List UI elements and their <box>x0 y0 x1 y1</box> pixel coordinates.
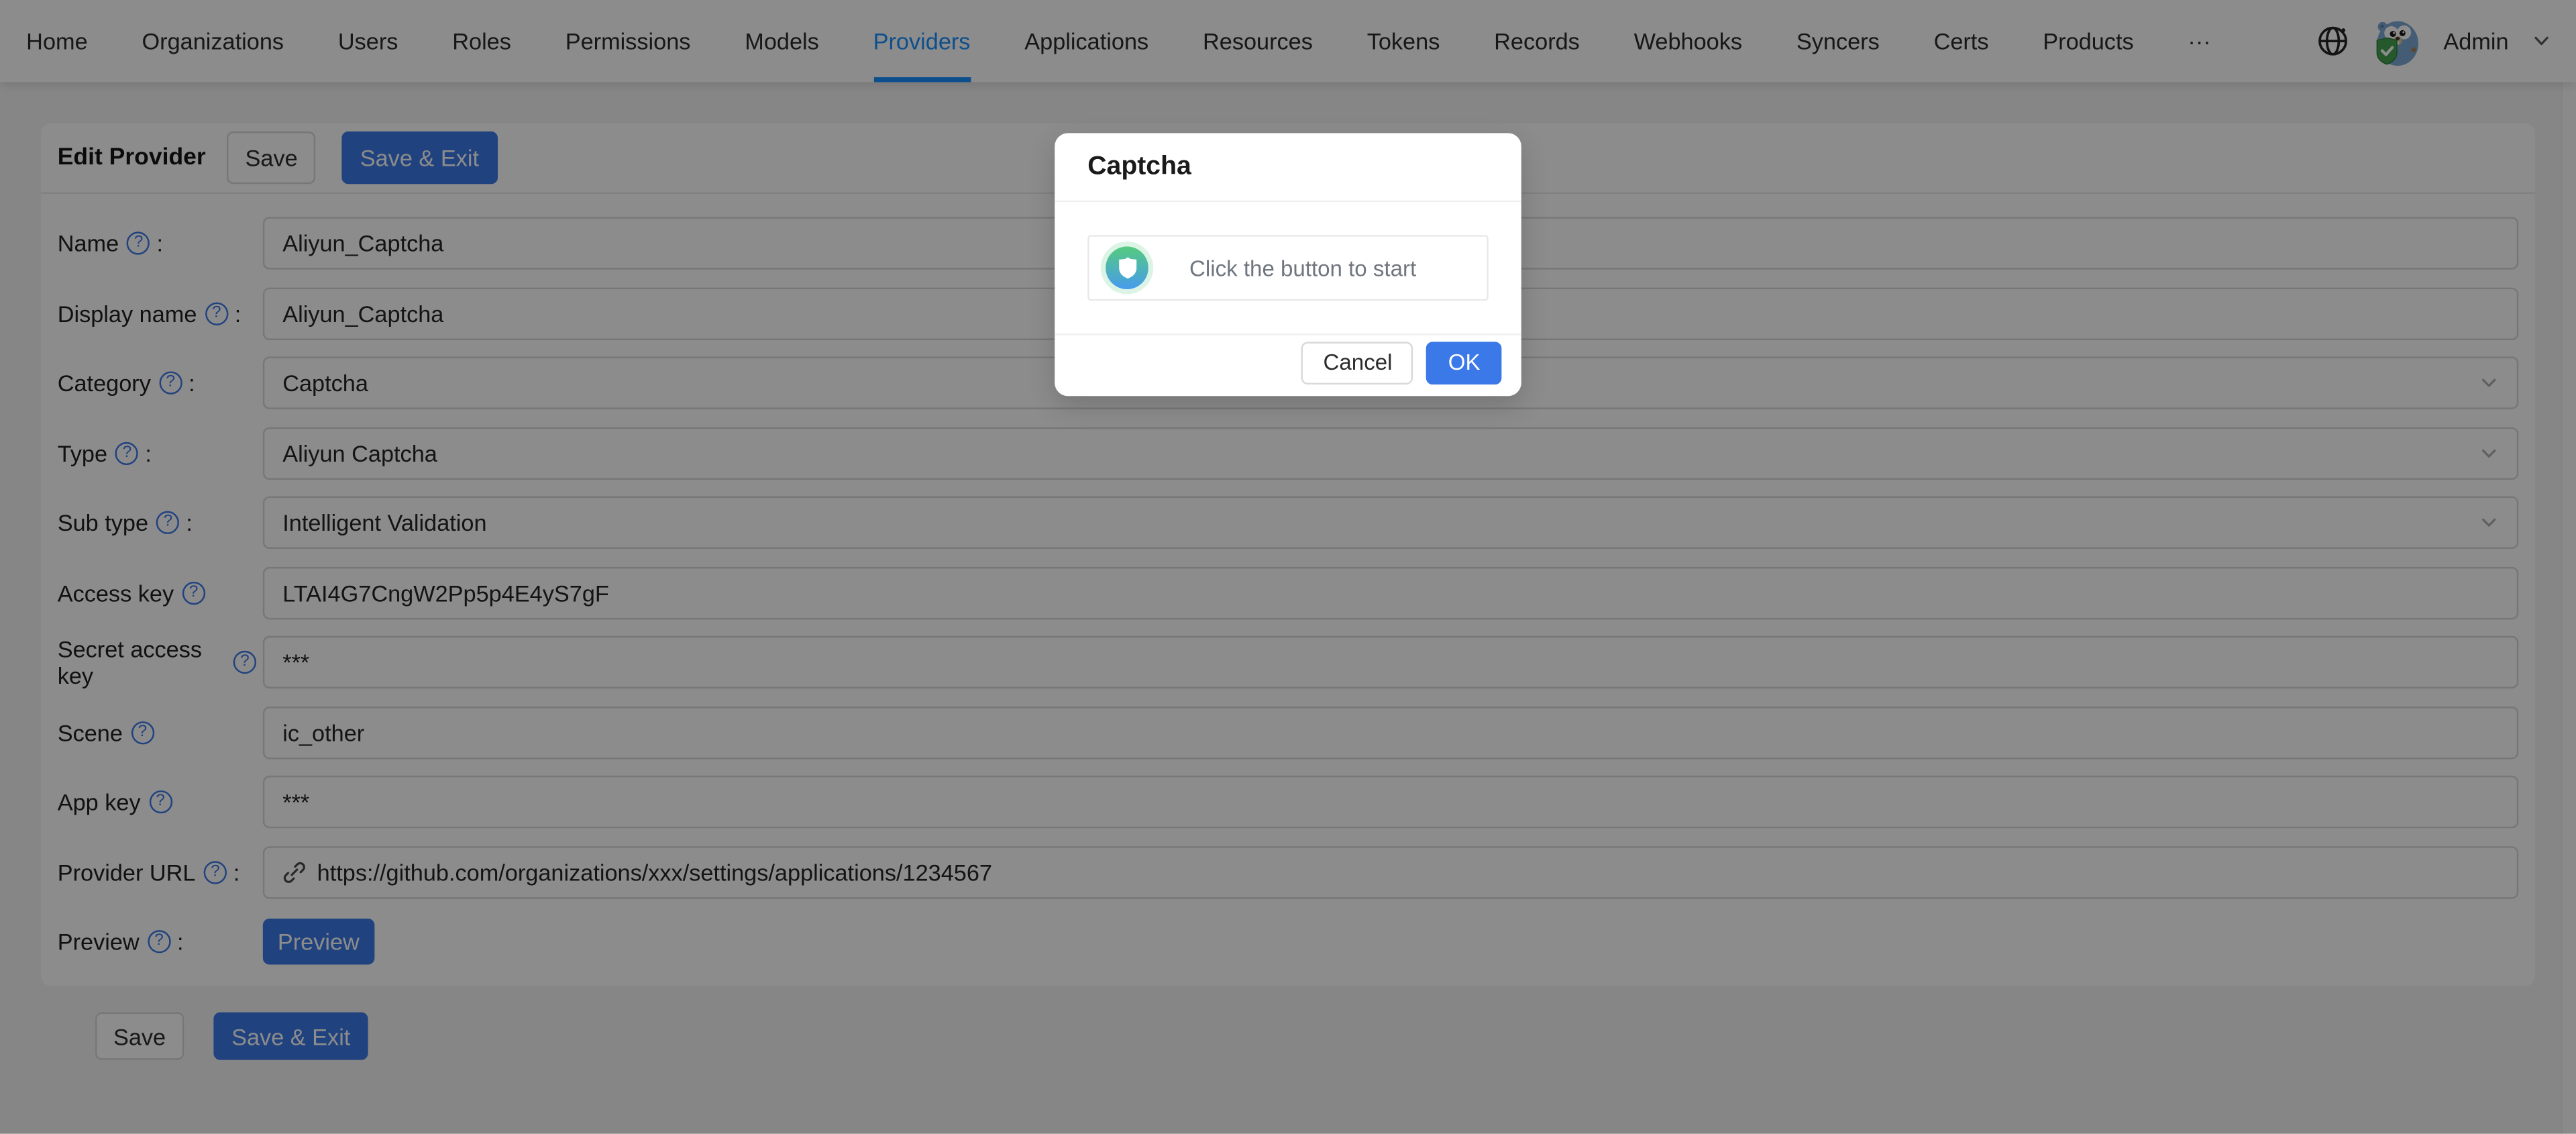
modal-header: Captcha <box>1055 133 1521 202</box>
cancel-button[interactable]: Cancel <box>1302 341 1414 384</box>
app-viewport: Home Organizations Users Roles Permissio… <box>0 0 2576 1134</box>
captcha-widget[interactable]: Click the button to start <box>1087 235 1489 301</box>
modal-body: Click the button to start <box>1055 202 1521 333</box>
ok-button[interactable]: OK <box>1427 341 1501 384</box>
captcha-modal: Captcha Click the button to start Cancel… <box>1055 133 1521 396</box>
modal-title: Captcha <box>1087 152 1191 182</box>
captcha-instruction: Click the button to start <box>1189 256 1416 280</box>
captcha-shield-icon[interactable] <box>1106 246 1148 289</box>
modal-footer: Cancel OK <box>1055 333 1521 396</box>
